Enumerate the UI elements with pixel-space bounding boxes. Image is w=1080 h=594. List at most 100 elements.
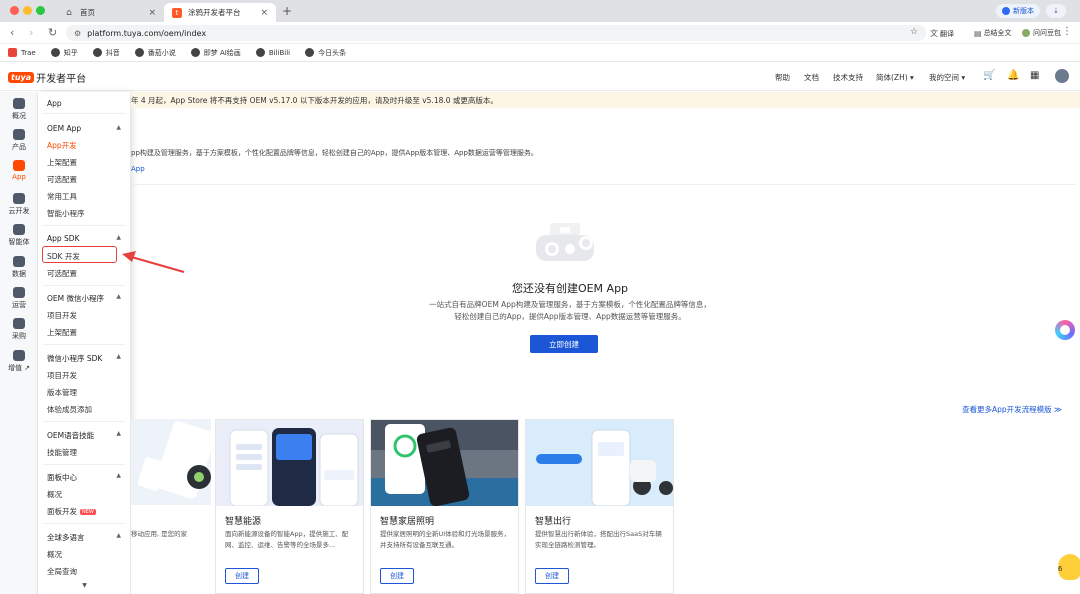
menu-item-sdk-optional-config[interactable]: 可选配置 [47, 268, 77, 279]
group-wechat-sdk[interactable]: 微信小程序 SDK ▲ [47, 353, 125, 364]
rail-item-purchase[interactable]: 采购 [0, 318, 38, 341]
rail-item-operation[interactable]: 运营 [0, 287, 38, 310]
data-icon [13, 256, 25, 267]
new-version-button[interactable]: 新版本 [996, 4, 1040, 18]
ai-assistant-orb[interactable] [1055, 320, 1075, 340]
notice-banner: 年 4 月起，App Store 将不再支持 OEM v5.17.0 以下版本开… [131, 92, 1080, 108]
forward-icon[interactable]: › [29, 26, 33, 39]
avatar[interactable] [1055, 69, 1069, 83]
template-card-partial: 移动应用, 是您的家 [131, 419, 211, 594]
translate-button[interactable]: 文 翻译 [930, 28, 954, 39]
group-oem-app[interactable]: OEM App ▲ [47, 124, 125, 133]
create-now-button[interactable]: 立即创建 [530, 335, 598, 353]
nav-help[interactable]: 帮助 [775, 72, 790, 83]
menu-item-app-dev[interactable]: App开发 [47, 140, 77, 151]
rail-item-product[interactable]: 产品 [0, 129, 38, 152]
language-select[interactable]: 简体(ZH) ▾ [876, 72, 914, 83]
menu-item-skill-manage[interactable]: 技能管理 [47, 447, 77, 458]
menu-item-listing-config[interactable]: 上架配置 [47, 157, 77, 168]
apps-grid-icon[interactable]: ▦ [1030, 70, 1039, 81]
menu-item-sdk-project[interactable]: 项目开发 [47, 370, 77, 381]
rail-item-value-added[interactable]: 增值 ↗ [0, 350, 38, 373]
menu-item-sdk-dev[interactable]: SDK 开发 [47, 251, 80, 262]
rail-label: 智能体 [8, 238, 30, 246]
trae-icon [8, 48, 17, 57]
tuya-logo[interactable]: tuya 开发者平台 [8, 70, 86, 85]
menu-item-panel-overview[interactable]: 概况 [47, 489, 62, 500]
window-zoom-button[interactable] [36, 6, 45, 15]
nav-docs[interactable]: 文档 [804, 72, 819, 83]
menu-item-label: 面板开发 [47, 507, 77, 516]
rail-item-overview[interactable]: 概况 [0, 98, 38, 121]
group-oem-wechat[interactable]: OEM 微信小程序 ▲ [47, 293, 125, 304]
tab-tuya-platform[interactable]: t 涂鸦开发者平台 × [164, 3, 276, 22]
rail-item-agent[interactable]: 智能体 [0, 224, 38, 247]
reload-icon[interactable]: ↻ [48, 26, 57, 39]
menu-item-panel-dev[interactable]: 面板开发 NEW [47, 506, 96, 517]
globe-icon [305, 48, 315, 57]
menu-item-i18n-overview[interactable]: 概况 [47, 549, 62, 560]
empty-state-description: 一站式自有品牌OEM App构建及管理服务，基于方案模板，个性化配置品牌等信息，… [380, 299, 760, 323]
ask-doubao-button[interactable]: 问问豆包 [1022, 28, 1061, 38]
card-title: 智慧出行 [535, 517, 572, 527]
bell-icon[interactable]: 🔔 [1007, 70, 1019, 81]
divider [43, 113, 125, 114]
menu-item-wechat-listing[interactable]: 上架配置 [47, 327, 77, 338]
bookmark-fanqie[interactable]: 番茄小说 [134, 48, 176, 58]
bookmark-star-icon[interactable]: ☆ [910, 27, 918, 37]
cloud-icon [13, 193, 25, 204]
create-smart-energy-button[interactable]: 创建 [225, 568, 259, 584]
menu-item-global-query[interactable]: 全局查询 [47, 566, 77, 577]
download-button[interactable]: ⇣ [1046, 4, 1066, 18]
flyout-scroll-down[interactable]: ▼ [38, 582, 130, 594]
group-label: App SDK [47, 234, 80, 243]
new-tab-button[interactable]: + [282, 4, 292, 18]
group-label: 面板中心 [47, 473, 77, 482]
chevron-up-icon: ▲ [116, 124, 121, 131]
flyout-title: App [47, 99, 62, 108]
bookmark-label: 抖音 [105, 48, 120, 57]
window-close-button[interactable] [10, 6, 19, 15]
menu-item-tester-add[interactable]: 体验成员添加 [47, 404, 92, 415]
close-icon[interactable]: × [148, 8, 156, 18]
menu-item-mini-program[interactable]: 智能小程序 [47, 208, 85, 219]
group-panel-center[interactable]: 面板中心 ▲ [47, 472, 125, 483]
new-badge: NEW [80, 509, 96, 515]
bookmark-douyin[interactable]: 抖音 [92, 48, 120, 58]
close-icon[interactable]: × [260, 8, 268, 18]
url-input[interactable]: ⚙ platform.tuya.com/oem/index [66, 25, 926, 41]
bookmark-trae[interactable]: Trae [8, 48, 36, 57]
window-minimize-button[interactable] [23, 6, 32, 15]
site-info-icon[interactable]: ⚙ [74, 29, 81, 38]
tab-home[interactable]: ⌂ 首页 × [56, 3, 164, 22]
group-global-i18n[interactable]: 全球多语言 ▲ [47, 532, 125, 543]
more-menu-icon[interactable]: ⋮ [1062, 26, 1072, 37]
menu-item-wechat-project[interactable]: 项目开发 [47, 310, 77, 321]
see-more-templates-link[interactable]: 查看更多App开发流程模版 ≫ [962, 404, 1062, 415]
agent-icon [13, 224, 25, 235]
group-oem-voice[interactable]: OEM语音技能 ▲ [47, 430, 125, 441]
my-space-menu[interactable]: 我的空间 ▾ [929, 72, 965, 83]
rail-item-cloud[interactable]: 云开发 [0, 193, 38, 216]
bookmark-label: BiliBili [268, 48, 291, 57]
rail-item-data[interactable]: 数据 [0, 256, 38, 279]
menu-item-common-tools[interactable]: 常用工具 [47, 191, 77, 202]
bookmark-jimeng[interactable]: 即梦 AI绘画 [190, 48, 241, 58]
cart-icon[interactable]: 🛒 [983, 70, 995, 81]
bookmark-toutiao[interactable]: 今日头条 [305, 48, 346, 58]
divider [43, 285, 125, 286]
menu-item-version-manage[interactable]: 版本管理 [47, 387, 77, 398]
group-app-sdk[interactable]: App SDK ▲ [47, 234, 125, 243]
card-image [216, 420, 363, 506]
rail-item-app[interactable]: App [0, 160, 38, 181]
back-icon[interactable]: ‹ [10, 26, 14, 39]
create-smart-lighting-button[interactable]: 创建 [380, 568, 414, 584]
oem-intro-link[interactable]: App [131, 165, 145, 173]
summarize-button[interactable]: ▤ 总结全文 [974, 28, 1012, 38]
menu-item-optional-config[interactable]: 可选配置 [47, 174, 77, 185]
create-smart-mobility-button[interactable]: 创建 [535, 568, 569, 584]
tab-label: 涂鸦开发者平台 [188, 8, 241, 17]
bookmark-bilibili[interactable]: BiliBili [255, 48, 291, 57]
bookmark-zhihu[interactable]: 知乎 [50, 48, 78, 58]
nav-support[interactable]: 技术支持 [833, 72, 863, 83]
